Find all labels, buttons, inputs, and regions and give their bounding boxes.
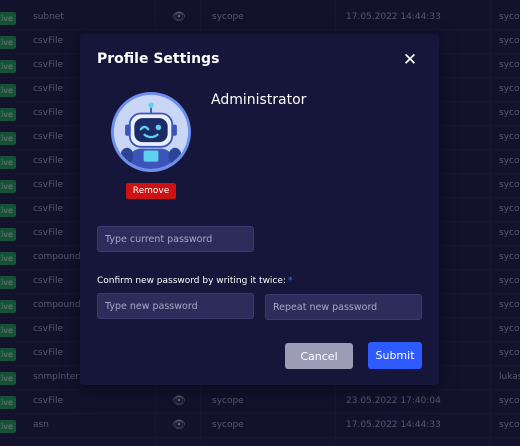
- repeat-password-input[interactable]: [265, 294, 422, 320]
- close-icon[interactable]: ✕: [402, 52, 418, 69]
- remove-avatar-button[interactable]: Remove: [126, 183, 176, 199]
- confirm-password-text: Confirm new password by writing it twice…: [97, 276, 286, 286]
- new-password-input[interactable]: [97, 293, 254, 319]
- avatar: [111, 92, 191, 172]
- current-password-input[interactable]: [97, 226, 254, 252]
- profile-settings-dialog: Profile Settings ✕ Administrator Remove …: [80, 34, 439, 385]
- dialog-title: Profile Settings: [97, 51, 220, 67]
- required-marker: *: [287, 276, 293, 286]
- confirm-password-label: Confirm new password by writing it twice…: [97, 276, 292, 286]
- submit-button[interactable]: Submit: [368, 342, 422, 369]
- cancel-button[interactable]: Cancel: [285, 343, 353, 369]
- robot-avatar-icon: [114, 95, 188, 169]
- user-name: Administrator: [211, 92, 307, 108]
